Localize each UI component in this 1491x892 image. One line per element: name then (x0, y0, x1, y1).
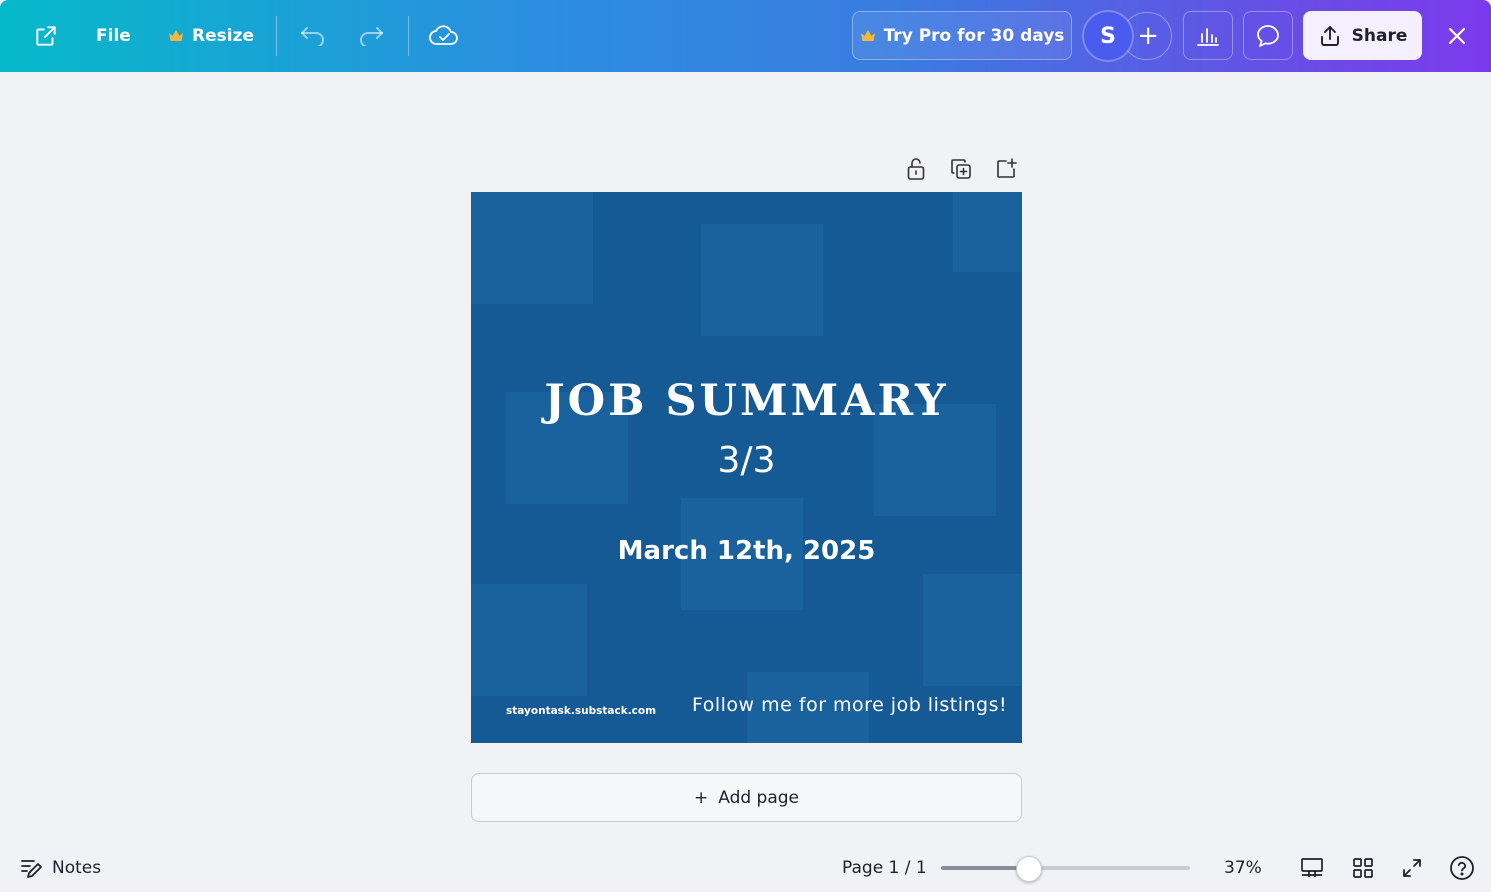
notes-icon (21, 860, 42, 878)
texture-patch (953, 192, 1022, 272)
texture-patch (923, 574, 1022, 686)
layout-icon[interactable] (1299, 854, 1325, 882)
lock-icon (907, 158, 925, 180)
grid-icon[interactable] (1350, 854, 1376, 882)
comments-button[interactable] (1243, 11, 1293, 60)
top-toolbar: File Resize Try Pro for 30 days + S Shar… (0, 0, 1491, 72)
close-icon[interactable] (1442, 21, 1472, 51)
design-date[interactable]: March 12th, 2025 (471, 536, 1022, 566)
notes-label: Notes (52, 858, 102, 878)
design-website[interactable]: stayontask.substack.com (506, 705, 656, 717)
redo-icon[interactable] (356, 22, 386, 50)
comment-icon (1257, 24, 1279, 47)
zoom-level[interactable]: 37% (1224, 855, 1262, 881)
toolbar-divider (276, 16, 277, 56)
avatar[interactable]: S (1084, 12, 1132, 60)
upload-icon (1320, 25, 1339, 46)
duplicate-page-icon (951, 159, 971, 179)
add-page-icon (997, 158, 1017, 178)
file-menu-button[interactable]: File (96, 20, 131, 52)
toolbar-divider (408, 16, 409, 56)
try-pro-button[interactable]: Try Pro for 30 days (852, 11, 1072, 60)
external-link-icon[interactable] (30, 20, 62, 52)
add-page-top-button[interactable] (992, 155, 1020, 183)
bar-chart-icon (1197, 27, 1219, 46)
zoom-slider-fill (941, 866, 1029, 870)
add-page-label: Add page (718, 787, 800, 808)
insights-button[interactable] (1183, 11, 1233, 60)
share-button[interactable]: Share (1303, 11, 1422, 60)
lock-page-button[interactable] (902, 155, 930, 183)
page-indicator: Page 1 / 1 (842, 858, 927, 878)
share-label: Share (1351, 25, 1408, 46)
resize-button[interactable]: Resize (168, 20, 254, 52)
texture-patch (701, 224, 823, 336)
zoom-slider-thumb[interactable] (1016, 856, 1043, 882)
cloud-check-icon[interactable] (428, 20, 460, 52)
crown-icon (860, 29, 875, 41)
plus-icon: + (1137, 21, 1159, 51)
fullscreen-icon[interactable] (1399, 854, 1425, 882)
texture-patch (471, 192, 593, 304)
design-subtitle[interactable]: 3/3 (471, 440, 1022, 481)
duplicate-page-button[interactable] (947, 155, 975, 183)
notes-button[interactable]: Notes (20, 855, 101, 881)
resize-label: Resize (192, 26, 254, 46)
plus-icon: + (693, 787, 709, 808)
design-title[interactable]: JOB SUMMARY (471, 376, 1022, 426)
design-cta[interactable]: Follow me for more job listings! (692, 694, 1007, 716)
try-pro-label: Try Pro for 30 days (883, 25, 1065, 46)
crown-icon (169, 30, 183, 41)
texture-patch (471, 584, 587, 696)
undo-icon[interactable] (298, 22, 328, 50)
add-page-button[interactable]: + Add page (471, 773, 1022, 822)
help-icon[interactable] (1448, 854, 1476, 882)
